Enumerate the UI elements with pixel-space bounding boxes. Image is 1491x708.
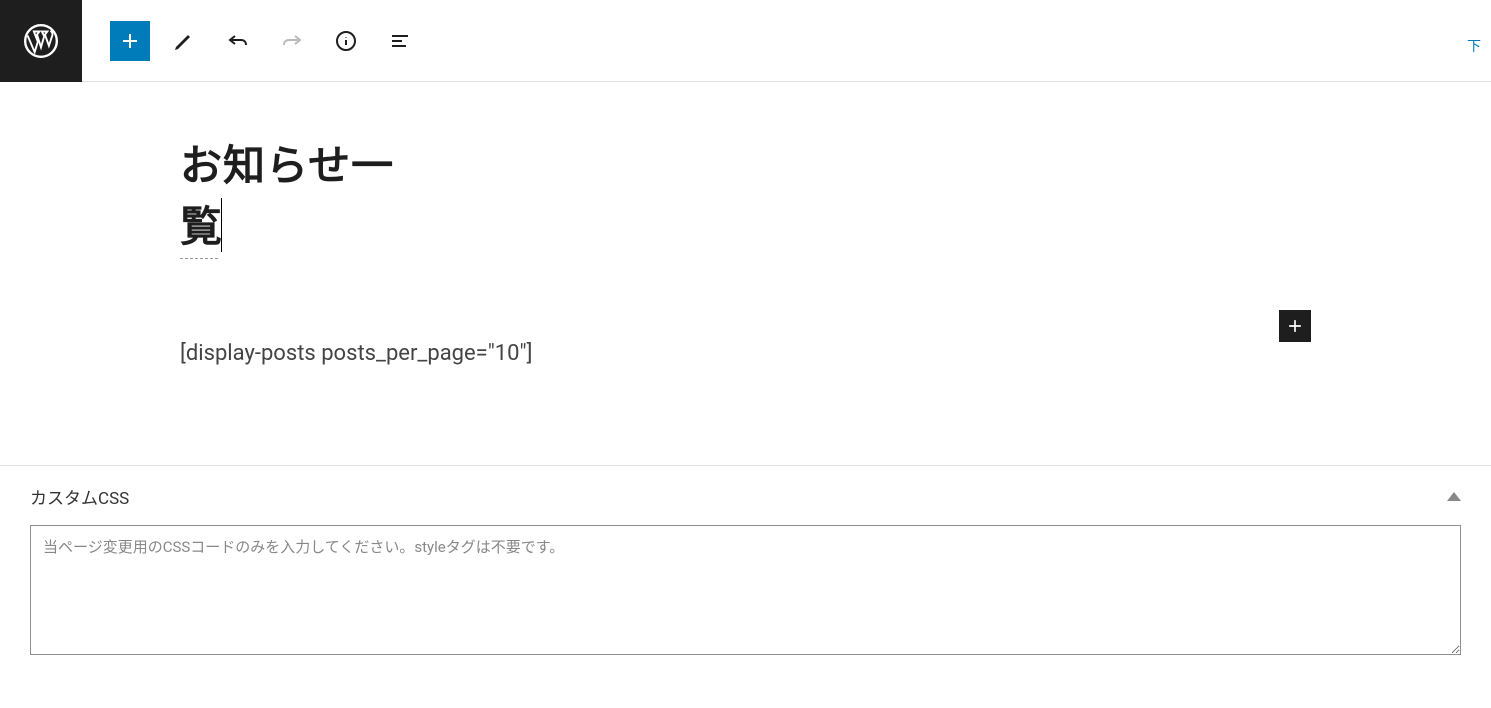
editor-toolbar: 下 <box>0 0 1491 82</box>
pencil-icon <box>172 29 196 53</box>
info-button[interactable] <box>326 21 366 61</box>
post-title[interactable]: お知らせ一覧 <box>180 132 436 254</box>
wordpress-logo-button[interactable] <box>0 0 82 82</box>
title-underline <box>180 258 218 259</box>
info-icon <box>334 29 358 53</box>
redo-icon <box>280 29 304 53</box>
custom-css-textarea[interactable] <box>30 525 1461 655</box>
list-view-icon <box>388 29 412 53</box>
post-title-text: お知らせ一覧 <box>180 142 394 252</box>
custom-css-header[interactable]: カスタムCSS <box>30 484 1461 509</box>
wordpress-icon <box>22 22 60 60</box>
add-block-inline-button[interactable] <box>1279 310 1311 342</box>
redo-button[interactable] <box>272 21 312 61</box>
text-cursor <box>221 198 222 252</box>
post-body-block[interactable]: [display-posts posts_per_page="10"] <box>180 341 1311 366</box>
toolbar-buttons <box>82 21 420 61</box>
custom-css-panel: カスタムCSS <box>0 465 1491 679</box>
list-view-button[interactable] <box>380 21 420 61</box>
undo-icon <box>226 29 250 53</box>
plus-icon <box>118 29 142 53</box>
custom-css-label: カスタムCSS <box>30 484 129 509</box>
editor-canvas: お知らせ一覧 [display-posts posts_per_page="10… <box>0 82 1491 366</box>
edit-mode-button[interactable] <box>164 21 204 61</box>
undo-button[interactable] <box>218 21 258 61</box>
collapse-arrow-icon <box>1447 492 1461 501</box>
post-title-wrapper: お知らせ一覧 <box>180 132 1311 259</box>
add-block-button[interactable] <box>110 21 150 61</box>
top-right-link[interactable]: 下 <box>1467 36 1481 56</box>
plus-icon <box>1285 316 1305 336</box>
